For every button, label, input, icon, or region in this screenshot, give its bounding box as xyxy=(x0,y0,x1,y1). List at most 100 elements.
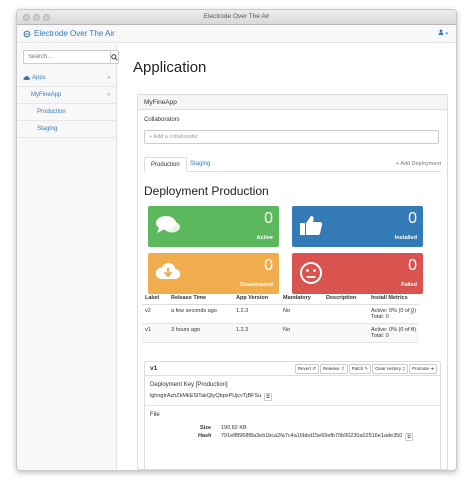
column-header: Release Time xyxy=(168,292,233,305)
column-header: Mandatory xyxy=(280,292,323,305)
search-input[interactable] xyxy=(23,50,111,64)
stat-value: 0 xyxy=(408,210,417,227)
tab-production[interactable]: Production xyxy=(144,157,187,172)
deployment-key-value: lghogtrAzhZkMkESlTakQtyQbpxPUjcvTjBFSu xyxy=(150,393,262,399)
hash-row: 791eff8968f8a3eb1bca2fa7c4a16bbd15e69efb… xyxy=(221,433,413,441)
copy-icon[interactable]: ⧉ xyxy=(405,433,413,441)
brand-link[interactable]: Electrode Over The Air xyxy=(23,29,115,38)
cloud-download-icon xyxy=(155,262,181,280)
stat-tile-failed: 0 Failed xyxy=(292,253,423,294)
column-header: Label xyxy=(142,292,168,305)
page-title: Application xyxy=(133,59,207,76)
deployment-tabs: Production Staging + Add Deployment xyxy=(144,157,441,172)
table-row[interactable]: v2 a few seconds ago 1.2.3 No Active: 0%… xyxy=(142,304,419,324)
main-content: Application MyFineApp Collaborators + Ad… xyxy=(117,44,456,470)
sad-face-icon xyxy=(300,262,322,284)
column-header: App Version xyxy=(233,292,280,305)
sidebar-item-label: Production xyxy=(37,109,66,115)
stat-tile-installed: 0 Installed xyxy=(292,206,423,247)
trash-icon: ▯ xyxy=(402,366,405,371)
chevron-down-icon[interactable]: ⌄ xyxy=(409,308,415,316)
stat-label: Active xyxy=(256,235,273,241)
window-title: Electrode Over The Air xyxy=(203,13,270,20)
sidebar: Apps ▾ MyFineApp ▾ Production Staging xyxy=(17,44,119,470)
promote-button[interactable]: Promote ➜ xyxy=(408,364,437,374)
chevron-up-icon[interactable]: ⌃ xyxy=(409,327,415,335)
cloud-icon xyxy=(23,75,30,81)
column-header: Description xyxy=(323,292,368,305)
app-window: Electrode Over The Air Electrode Over Th… xyxy=(16,9,457,471)
release-time: 3 hours ago xyxy=(168,323,233,343)
app-panel-heading: MyFineApp xyxy=(138,95,447,110)
stat-value: 0 xyxy=(408,257,417,274)
release-label: v2 xyxy=(142,304,168,324)
revert-button[interactable]: Revert ↺ xyxy=(294,364,320,374)
size-value: 190.82 KB xyxy=(221,425,247,431)
release-description xyxy=(323,304,368,324)
brand-label: Electrode Over The Air xyxy=(34,29,115,38)
sidebar-item-label: Staging xyxy=(37,126,58,132)
stat-value: 0 xyxy=(264,257,273,274)
pencil-icon: ✎ xyxy=(364,366,369,371)
undo-icon: ↺ xyxy=(312,366,317,371)
column-header: Install Metrics xyxy=(368,292,419,305)
size-label: Size xyxy=(200,425,212,431)
release-button[interactable]: Release ⇪ xyxy=(320,364,348,374)
caret-down-icon: ▾ xyxy=(445,31,448,37)
release-detail-panel: v1 Revert ↺ Release ⇪ Patch ✎ Clear Hist… xyxy=(144,361,441,469)
sidebar-item-label: Apps xyxy=(32,75,46,81)
stat-tile-active: 0 Active xyxy=(148,206,279,247)
hash-label: Hash xyxy=(198,433,212,439)
stat-label: Downloaded xyxy=(240,282,273,288)
release-mandatory: No xyxy=(280,304,323,324)
clear-history-button[interactable]: Clear History ▯ xyxy=(372,364,408,374)
stat-label: Installed xyxy=(394,235,417,241)
copy-icon[interactable]: ⧉ xyxy=(264,393,272,401)
release-time: a few seconds ago xyxy=(168,304,233,324)
app-panel: MyFineApp Collaborators + Add a collabor… xyxy=(137,94,448,470)
deployment-key-title: Deployment Key [Production] xyxy=(150,382,228,388)
table-row[interactable]: v1 3 hours ago 1.2.3 No Active: 0% (0 of… xyxy=(142,323,419,343)
release-detail-heading: v1 Revert ↺ Release ⇪ Patch ✎ Clear Hist… xyxy=(145,362,440,376)
chevron-down-icon: ▾ xyxy=(107,92,110,98)
collaborators-label: Collaborators xyxy=(144,117,180,123)
thumbs-up-icon xyxy=(300,216,323,235)
deployment-title: Deployment Production xyxy=(144,184,269,198)
release-label: v1 xyxy=(142,323,168,343)
promote-icon: ➜ xyxy=(430,366,434,371)
sidebar-item-label: MyFineApp xyxy=(31,92,62,98)
release-version: 1.2.3 xyxy=(233,304,280,324)
collaborator-input[interactable]: + Add a collaborator xyxy=(144,130,439,144)
user-menu-toggle[interactable]: ▾ xyxy=(438,29,448,37)
release-actions: Revert ↺ Release ⇪ Patch ✎ Clear History… xyxy=(294,364,437,374)
release-description xyxy=(323,323,368,343)
add-deployment-link[interactable]: + Add Deployment xyxy=(396,161,441,167)
stat-label: Failed xyxy=(401,282,417,288)
electrode-logo-icon xyxy=(23,30,31,37)
stat-tile-downloaded: 0 Downloaded xyxy=(148,253,279,294)
sidebar-item-production[interactable]: Production xyxy=(17,104,116,121)
top-navbar: Electrode Over The Air ▾ xyxy=(17,25,456,43)
chat-bubbles-icon xyxy=(156,216,180,233)
file-title: File xyxy=(150,412,160,418)
sidebar-search xyxy=(23,50,119,64)
deployment-key-row: lghogtrAzhZkMkESlTakQtyQbpxPUjcvTjBFSu ⧉ xyxy=(150,393,272,401)
tab-staging[interactable]: Staging xyxy=(184,157,216,172)
releases-table: Label Release Time App Version Mandatory… xyxy=(142,292,419,343)
window-titlebar: Electrode Over The Air xyxy=(17,10,456,25)
sidebar-item-staging[interactable]: Staging xyxy=(17,121,116,138)
user-icon xyxy=(438,29,443,35)
release-version: 1.2.3 xyxy=(233,323,280,343)
upload-icon: ⇪ xyxy=(340,366,345,371)
patch-button[interactable]: Patch ✎ xyxy=(348,364,372,374)
release-metrics: Active: 0% (0 of 0) Total: 0 ⌄ xyxy=(368,304,419,324)
release-detail-label: v1 xyxy=(150,365,158,372)
sidebar-item-apps[interactable]: Apps ▾ xyxy=(17,70,116,87)
sidebar-item-myfineapp[interactable]: MyFineApp ▾ xyxy=(17,87,116,104)
release-mandatory: No xyxy=(280,323,323,343)
release-metrics: Active: 0% (0 of 0) Total: 0 ⌃ xyxy=(368,323,419,343)
chevron-down-icon: ▾ xyxy=(107,75,110,81)
hash-value: 791eff8968f8a3eb1bca2fa7c4a16bbd15e69efb… xyxy=(221,433,403,439)
stat-value: 0 xyxy=(264,210,273,227)
table-header-row: Label Release Time App Version Mandatory… xyxy=(142,292,419,305)
